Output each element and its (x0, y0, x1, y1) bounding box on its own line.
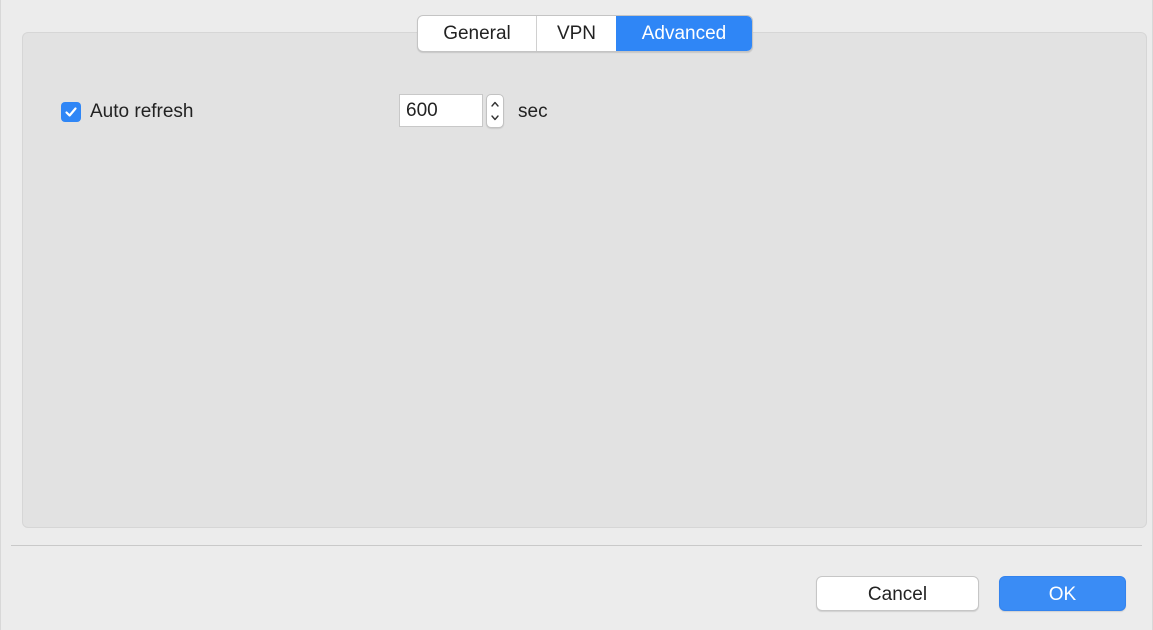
refresh-interval-input[interactable] (399, 94, 483, 127)
auto-refresh-row: Auto refresh (61, 101, 194, 123)
auto-refresh-label: Auto refresh (90, 101, 194, 122)
chevron-down-icon (491, 115, 499, 121)
cancel-button[interactable]: Cancel (816, 576, 979, 611)
stepper-down-button[interactable] (487, 110, 503, 126)
refresh-unit-label: sec (518, 101, 548, 122)
refresh-interval-stepper[interactable] (486, 94, 504, 128)
auto-refresh-checkbox[interactable] (61, 102, 81, 122)
tab-bar: General VPN Advanced (417, 15, 753, 52)
chevron-up-icon (491, 101, 499, 107)
checkmark-icon (65, 107, 77, 117)
ok-button[interactable]: OK (999, 576, 1126, 611)
footer-divider (11, 545, 1142, 546)
tab-vpn[interactable]: VPN (536, 16, 616, 51)
preferences-dialog: General VPN Advanced Auto refresh sec Ca… (0, 0, 1153, 630)
tab-advanced[interactable]: Advanced (616, 16, 752, 51)
tab-general[interactable]: General (418, 16, 536, 51)
